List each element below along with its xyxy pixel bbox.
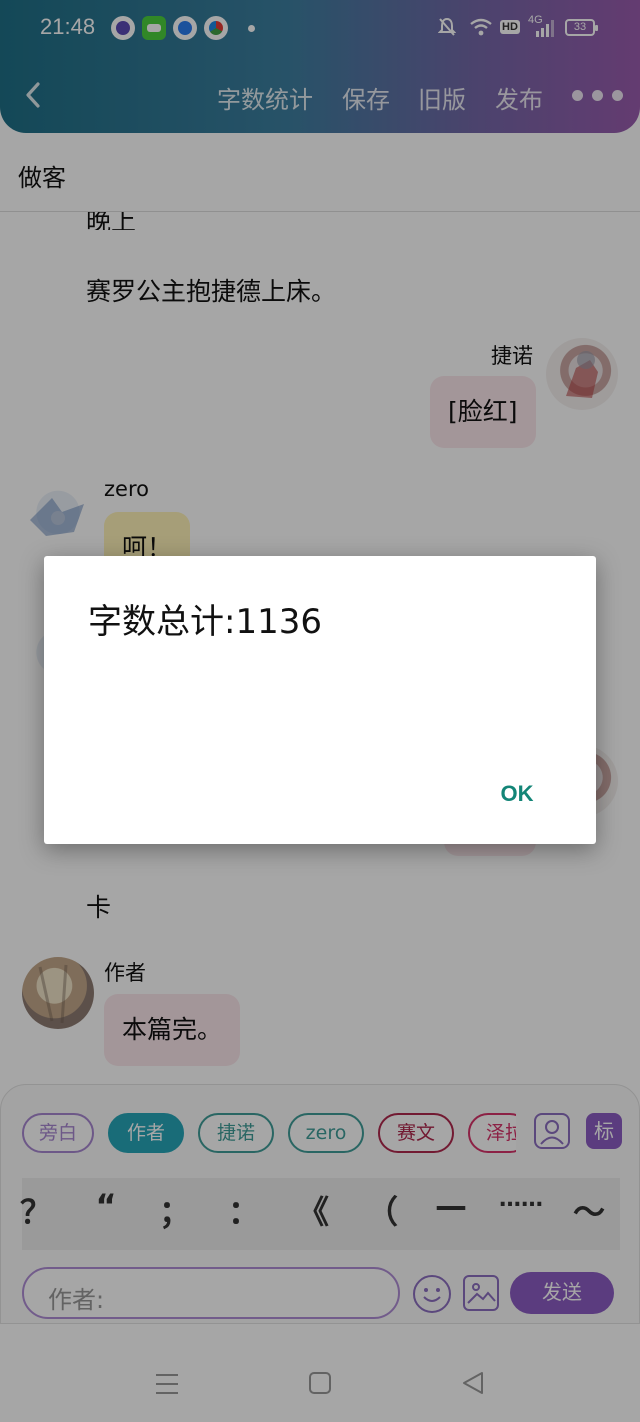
dialog-message: 字数总计:1136	[88, 602, 322, 642]
ok-button[interactable]: OK	[484, 772, 550, 816]
word-count-dialog: 字数总计:1136 OK	[44, 556, 596, 844]
